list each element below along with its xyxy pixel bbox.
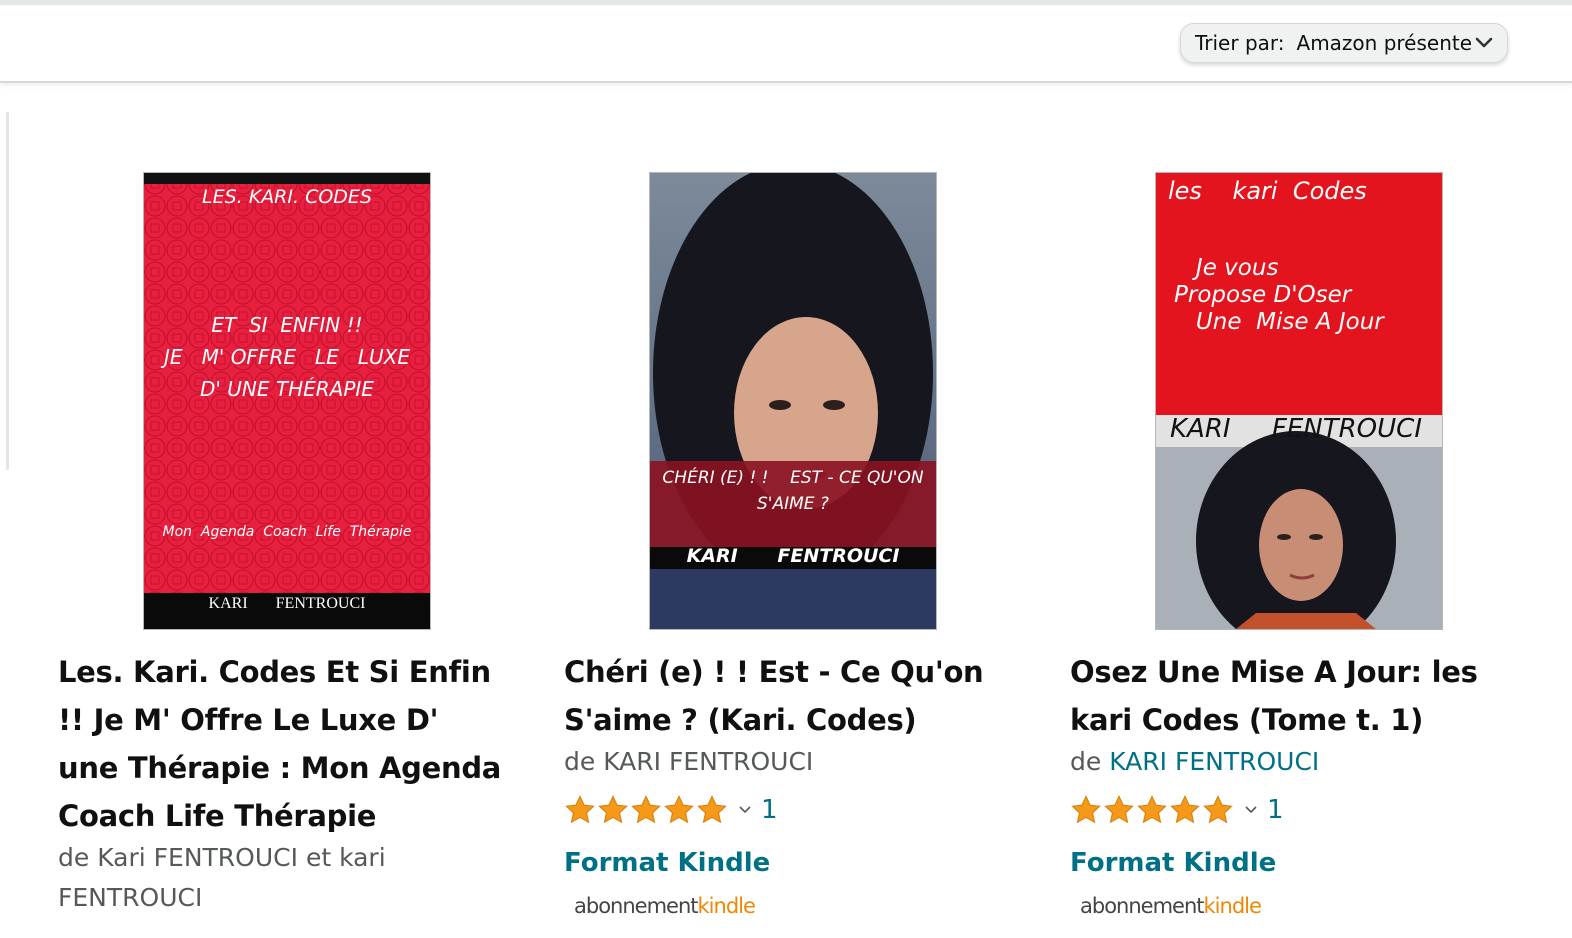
subscription-text: abonnement: [574, 894, 699, 918]
cover-author: KARI FENTROUCI: [686, 545, 900, 567]
by-prefix: de: [1070, 747, 1102, 776]
kindle-subscription-logo: abonnementkindle: [1080, 894, 1262, 918]
chevron-down-icon: [1473, 32, 1495, 54]
star-icon: [598, 795, 628, 824]
book-cover-2[interactable]: CHÉRI (E) ! ! EST - CE QU'ON S'AIME ? KA…: [649, 172, 937, 630]
by-connector: et: [305, 843, 332, 872]
format-link[interactable]: Format Kindle: [564, 848, 770, 878]
rating-3: 1: [1070, 793, 1284, 827]
rating-2: 1: [564, 793, 778, 827]
star-icon: [1137, 795, 1167, 824]
star-icon: [1104, 795, 1134, 824]
cover-portrait: [1156, 173, 1442, 629]
star-icon: [631, 795, 661, 824]
format-link[interactable]: Format Kindle: [1070, 848, 1276, 878]
star-icon: [565, 795, 595, 824]
author-link-1[interactable]: Kari FENTROUCI: [97, 843, 298, 872]
star-icon: [1203, 795, 1233, 824]
star-icon: [1071, 795, 1101, 824]
cover-headline: Je vous Propose D'Oser Une Mise A Jour: [1174, 255, 1384, 335]
by-prefix: de: [564, 747, 596, 776]
star-rating[interactable]: [1070, 794, 1235, 826]
book-cover-3[interactable]: les kari Codes Je vous Propose D'Oser Un…: [1155, 172, 1443, 630]
chevron-down-icon[interactable]: [1243, 802, 1259, 818]
rating-count[interactable]: 1: [761, 795, 778, 825]
cover-band-text: CHÉRI (E) ! ! EST - CE QU'ON S'AIME ?: [662, 468, 924, 514]
by-prefix: de: [58, 843, 90, 872]
product-title-2[interactable]: Chéri (e) ! ! Est - Ce Qu'on S'aime ? (K…: [564, 648, 1014, 744]
product-title-1[interactable]: Les. Kari. Codes Et Si Enfin !! Je M' Of…: [58, 648, 508, 840]
star-icon: [664, 795, 694, 824]
rating-count[interactable]: 1: [1267, 795, 1284, 825]
sort-dropdown[interactable]: Trier par: Amazon présente: [1180, 23, 1508, 63]
star-rating[interactable]: [564, 794, 729, 826]
cover-subtitle: Mon Agenda Coach Life Thérapie: [162, 524, 412, 540]
kindle-subscription-logo: abonnementkindle: [574, 894, 756, 918]
book-cover-1[interactable]: LES. KARI. CODES ET SI ENFIN !! JE M' OF…: [143, 172, 431, 630]
sort-bar: Trier par: Amazon présente: [0, 5, 1572, 83]
sort-value: Amazon présente: [1296, 31, 1473, 55]
cover-series: les kari Codes: [1168, 177, 1367, 205]
subscription-kindle-text: kindle: [1203, 894, 1262, 918]
sort-label: Trier par:: [1195, 31, 1285, 55]
byline-1: de Kari FENTROUCI et kari FENTROUCI: [58, 838, 478, 918]
cover-headline: ET SI ENFIN !! JE M' OFFRE LE LUXE D' UN…: [163, 313, 411, 401]
subscription-text: abonnement: [1080, 894, 1205, 918]
cover-series: LES. KARI. CODES: [202, 186, 372, 208]
author-link-1[interactable]: KARI FENTROUCI: [1109, 747, 1319, 776]
star-icon: [697, 795, 727, 824]
star-icon: [1170, 795, 1200, 824]
byline-2: de KARI FENTROUCI: [564, 742, 984, 782]
subscription-kindle-text: kindle: [697, 894, 756, 918]
product-title-3[interactable]: Osez Une Mise A Jour: les kari Codes (To…: [1070, 648, 1520, 744]
cover-author: KARI FENTROUCI: [208, 595, 366, 612]
left-divider: [6, 112, 9, 470]
chevron-down-icon[interactable]: [737, 802, 753, 818]
cover-author: KARI FENTROUCI: [1170, 414, 1422, 444]
author-link-1[interactable]: KARI FENTROUCI: [603, 747, 813, 776]
byline-3: de KARI FENTROUCI: [1070, 742, 1490, 782]
